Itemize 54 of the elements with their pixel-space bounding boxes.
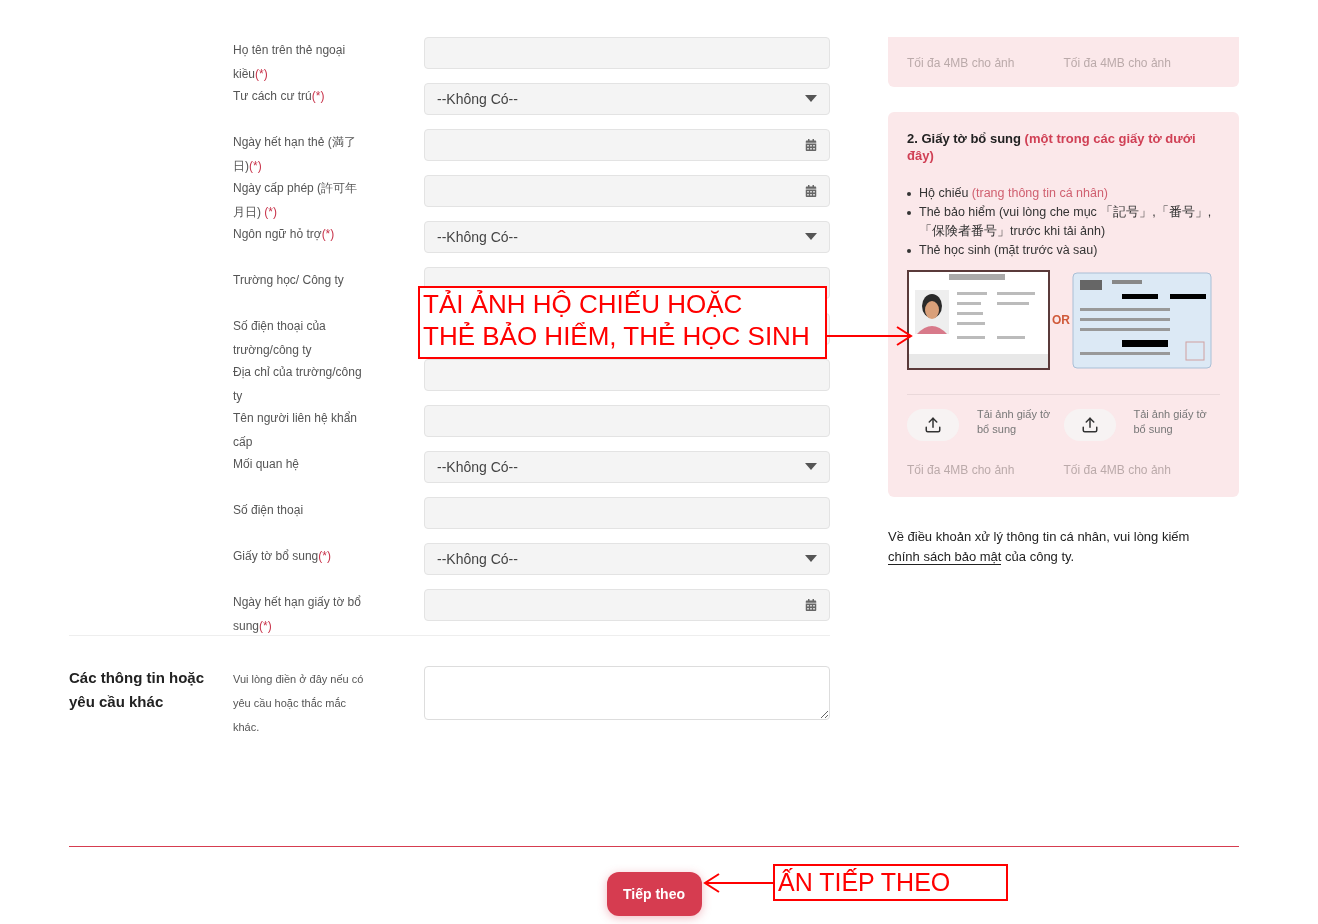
size-limit-text: Tối đa 4MB cho ảnh (907, 462, 1016, 479)
field-label: Địa chỉ của trường/công ty (233, 365, 362, 403)
bullet-icon (907, 249, 911, 253)
size-limit-text: Tối đa 4MB cho ảnh (1063, 462, 1172, 479)
field-label: Họ tên trên thẻ ngoại kiều(*) (233, 43, 346, 81)
upload-button[interactable] (907, 409, 959, 441)
calendar-icon (805, 139, 817, 151)
privacy-policy-link[interactable]: chính sách bảo mật (888, 549, 1002, 565)
size-limit-text: Tối đa 4MB cho ảnh (907, 56, 1015, 70)
caret-icon (805, 95, 817, 103)
separator-text: OR (1052, 312, 1070, 329)
field-label: Tên người liên hệ khẩn cấp (233, 411, 357, 449)
dropdown[interactable]: --Không Có-- (424, 451, 830, 483)
caret-icon (805, 233, 817, 241)
field-label: Ngày hết hạn thẻ (満了日)(*) (233, 135, 356, 173)
field-label: Mối quan hệ (233, 457, 300, 471)
list-item-text: Thẻ bảo hiểm (vui lòng che mục 「記号」,「番号」,「保険者番号」trước khi tải ảnh) (919, 204, 1213, 240)
bullet-icon (907, 192, 911, 196)
bullet-icon (907, 211, 911, 215)
field-label: Tư cách cư trú(*) (233, 89, 325, 103)
date-field[interactable] (424, 589, 830, 621)
list-item-text: Thẻ học sinh (mặt trước và sau) (919, 242, 1098, 259)
calendar-icon (805, 599, 817, 611)
textarea-field[interactable] (424, 666, 830, 720)
dropdown[interactable]: --Không Có-- (424, 221, 830, 253)
field-label: Ngôn ngữ hỏ trợ(*) (233, 227, 335, 241)
caret-icon (805, 463, 817, 471)
caret-icon (805, 555, 817, 563)
date-field[interactable] (424, 129, 830, 161)
field-label: Số điện thoại của trường/công ty (233, 319, 326, 357)
annotation-tooltip: ẤN TIẾP THEO (773, 864, 1008, 901)
size-limit-text: Tối đa 4MB cho ảnh (1063, 56, 1171, 70)
upload-label: Tải ảnh giấy tờ bổ sung (1133, 407, 1208, 437)
annotation-tooltip: TẢI ẢNH HỘ CHIẾU HOẶC THẺ BẢO HIỂM, THẺ HỌC SINH (418, 286, 827, 359)
field-label: Trường học/ Công ty (233, 273, 344, 287)
field-label: Số điện thoại (233, 503, 304, 517)
annotation-arrow (703, 873, 774, 893)
dropdown[interactable]: --Không Có-- (424, 83, 830, 115)
dropdown[interactable]: --Không Có-- (424, 543, 830, 575)
field-label: Vui lòng điền ở đây nếu có yêu cầu hoặc thắc mắc khác. (233, 673, 364, 733)
field-label: Ngày hết hạn giấy tờ bổ sung(*) (233, 595, 361, 633)
section-heading: Các thông tin hoặc yêu cầu khác (69, 669, 204, 710)
field-label: Ngày cấp phép (許可年月日) (*) (233, 181, 358, 219)
upload-button[interactable] (1063, 409, 1116, 441)
date-field[interactable] (424, 175, 830, 207)
policy-text: Về điều khoản xử lý thông tin cá nhân, vui lòng kiếm chính sách bảo mật của công ty. (888, 528, 1191, 567)
next-button[interactable]: Tiếp theo (606, 872, 702, 916)
upload-icon (924, 416, 942, 434)
list-item-text: Hộ chiếu (trang thông tin cá nhân) (919, 185, 1109, 202)
calendar-icon (805, 185, 817, 197)
upload-icon (1080, 416, 1099, 434)
card-title: 2. Giấy tờ bổ sung (một trong các giấy tờ dưới đây) (907, 130, 1197, 164)
field-label: Giấy tờ bổ sung(*) (233, 549, 331, 563)
upload-label: Tải ảnh giấy tờ bổ sung (977, 407, 1052, 437)
